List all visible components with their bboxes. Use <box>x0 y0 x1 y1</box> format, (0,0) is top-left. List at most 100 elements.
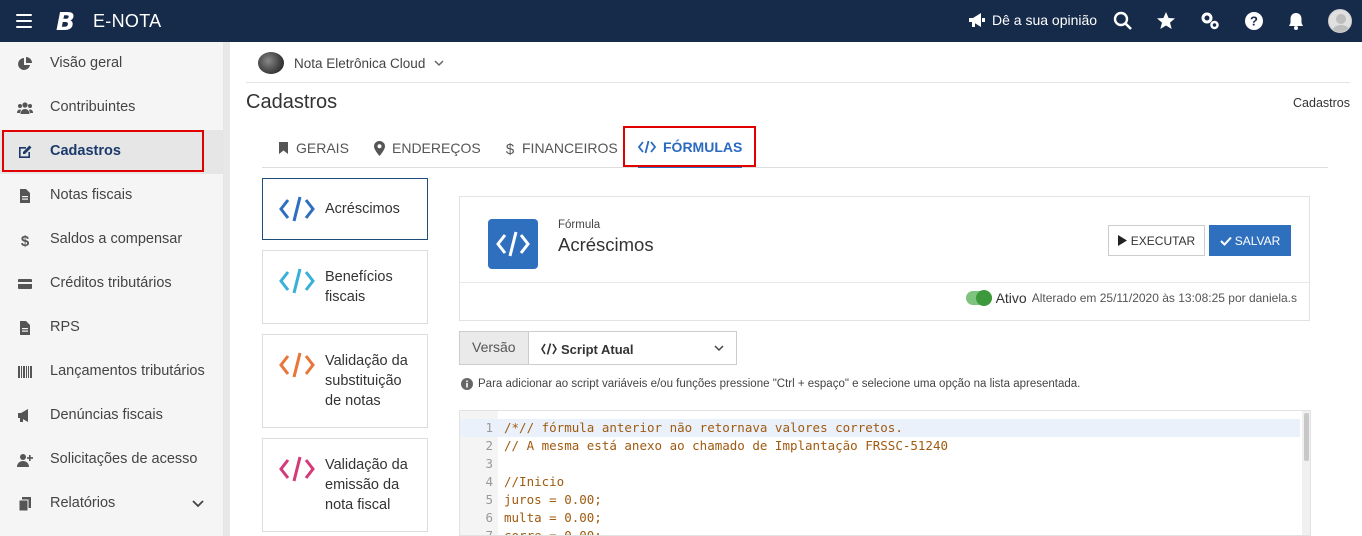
code-line[interactable]: 6 multa = 0.00; <box>460 509 1300 527</box>
tab-enderecos[interactable]: ENDEREÇOS <box>374 128 481 168</box>
tab-label: GERAIS <box>296 140 349 156</box>
breadcrumb[interactable]: Cadastros <box>1293 96 1350 110</box>
divider <box>460 282 1309 283</box>
code-line[interactable]: 4 //Inicio <box>460 473 1300 491</box>
sidebar-item-label: Contribuintes <box>50 99 136 115</box>
sidebar-item-rps[interactable]: RPS <box>0 306 224 350</box>
search-icon[interactable] <box>1113 11 1133 31</box>
tab-gerais[interactable]: GERAIS <box>278 128 349 168</box>
file-icon <box>20 321 30 335</box>
tab-label: ENDEREÇOS <box>392 140 481 156</box>
barcode-icon <box>18 366 32 378</box>
code-editor[interactable]: 1 /*// fórmula anterior não retornava val… <box>459 410 1311 536</box>
map-marker-icon <box>374 140 385 156</box>
sidebar-item-solicitacoes[interactable]: Solicitações de acesso <box>0 438 224 482</box>
page-title: Cadastros <box>246 91 338 113</box>
credit-card-icon <box>18 279 32 289</box>
tab-bar: GERAIS ENDEREÇOS $ FINANCEIROS FÓRMULAS <box>262 128 1328 168</box>
check-icon <box>1219 236 1232 246</box>
sidebar-item-creditos[interactable]: Créditos tributários <box>0 262 224 306</box>
highlight-box-cadastros <box>2 130 204 172</box>
app-logo[interactable]: B <box>56 7 75 36</box>
code-line[interactable]: 7 corre = 0.00; <box>460 527 1300 536</box>
file-icon <box>20 189 30 203</box>
users-icon <box>17 102 33 114</box>
megaphone-icon <box>969 13 985 27</box>
code-icon <box>279 268 315 294</box>
hamburger-menu-icon[interactable] <box>16 14 32 28</box>
code-text: //Inicio <box>504 474 565 489</box>
feedback-button[interactable]: Dê a sua opinião <box>968 12 1097 28</box>
tab-label: FINANCEIROS <box>522 140 618 156</box>
sidebar-item-label: Denúncias fiscais <box>50 407 163 423</box>
sidebar-item-label: Visão geral <box>50 55 123 71</box>
sidebar-item-label: Saldos a compensar <box>50 231 183 247</box>
code-line[interactable]: 3 <box>460 455 1300 473</box>
copy-icon <box>18 497 31 512</box>
hint-label: Para adicionar ao script variáveis e/ou … <box>478 378 1081 390</box>
code-text: corre = 0.00; <box>504 528 602 536</box>
star-icon[interactable] <box>1156 11 1176 31</box>
svg-text:$: $ <box>506 141 515 156</box>
line-number: 2 <box>485 438 493 453</box>
sidebar-item-notas-fiscais[interactable]: Notas fiscais <box>0 174 224 218</box>
tab-financeiros[interactable]: $ FINANCEIROS <box>505 128 618 168</box>
formula-card-label: Benefícios fiscais <box>325 269 393 305</box>
formula-card-label: Acréscimos <box>325 201 400 217</box>
formula-code-icon <box>488 219 538 269</box>
save-button[interactable]: SALVAR <box>1209 225 1291 256</box>
version-label: Versão <box>459 331 529 365</box>
active-toggle[interactable] <box>965 290 992 306</box>
sidebar-item-label: Solicitações de acesso <box>50 451 198 467</box>
code-text: // A mesma está anexo ao chamado de Impl… <box>504 438 949 453</box>
execute-label: EXECUTAR <box>1130 233 1196 248</box>
altered-info: Alterado em 25/11/2020 às 13:08:25 por d… <box>1031 291 1297 305</box>
app-title[interactable]: E-NOTA <box>93 11 161 32</box>
help-icon[interactable]: ? <box>1244 11 1264 31</box>
version-dropdown[interactable]: Script Atual <box>529 331 737 365</box>
formula-title: Acréscimos <box>558 234 654 255</box>
code-text: juros = 0.00; <box>504 492 602 507</box>
bell-icon[interactable] <box>1286 11 1306 31</box>
sidebar-item-label: RPS <box>50 319 80 335</box>
save-label: SALVAR <box>1234 233 1281 248</box>
sidebar-item-denuncias[interactable]: Denúncias fiscais <box>0 394 224 438</box>
line-number: 4 <box>485 474 493 489</box>
top-bar: B E-NOTA Dê a sua opinião ? <box>0 0 1362 42</box>
formula-card-beneficios[interactable]: Benefícios fiscais <box>262 250 428 324</box>
sidebar-scrollbar[interactable] <box>224 42 230 536</box>
line-number: 6 <box>485 510 493 525</box>
bookmark-icon <box>279 142 288 154</box>
sidebar-item-label: Notas fiscais <box>50 187 133 203</box>
version-selected: Script Atual <box>561 342 634 357</box>
code-line[interactable]: 2 // A mesma está anexo ao chamado de Imp… <box>460 437 1300 455</box>
formula-card-acrescimos[interactable]: Acréscimos <box>262 178 428 240</box>
sidebar-item-visao-geral[interactable]: Visão geral <box>0 42 224 86</box>
code-icon <box>279 352 315 378</box>
code-line[interactable]: 5 juros = 0.00; <box>460 491 1300 509</box>
organization-logo <box>258 52 284 74</box>
editor-scroll-thumb[interactable] <box>1304 413 1309 461</box>
line-number: 1 <box>485 420 493 435</box>
sidebar-item-label: Relatórios <box>50 495 116 511</box>
gears-icon[interactable] <box>1200 11 1220 31</box>
code-icon <box>541 343 557 355</box>
sidebar-item-lancamentos[interactable]: Lançamentos tributários <box>0 350 224 394</box>
execute-button[interactable]: EXECUTAR <box>1108 225 1205 256</box>
chevron-down-icon <box>714 345 724 352</box>
code-line[interactable]: 1 /*// fórmula anterior não retornava val… <box>460 419 1300 437</box>
formula-card-validacao-substituicao[interactable]: Validação da substituição de notas <box>262 334 428 428</box>
sidebar-item-label: Créditos tributários <box>50 275 172 291</box>
organization-selector[interactable]: Nota Eletrônica Cloud <box>258 52 444 74</box>
dollar-icon: $ <box>506 141 515 156</box>
user-avatar[interactable] <box>1328 9 1352 33</box>
code-icon <box>279 456 315 482</box>
formula-card-validacao-emissao[interactable]: Validação da emissão da nota fiscal <box>262 438 428 532</box>
feedback-label: Dê a sua opinião <box>992 12 1098 28</box>
status-row: Ativo Alterado em 25/11/2020 às 13:08:25… <box>965 290 1297 306</box>
dollar-icon: $ <box>21 233 30 248</box>
sidebar-item-relatorios[interactable]: Relatórios <box>0 482 224 526</box>
code-text: multa = 0.00; <box>504 510 602 525</box>
sidebar-item-saldos[interactable]: $ Saldos a compensar <box>0 218 224 262</box>
sidebar-item-contribuintes[interactable]: Contribuintes <box>0 86 224 130</box>
